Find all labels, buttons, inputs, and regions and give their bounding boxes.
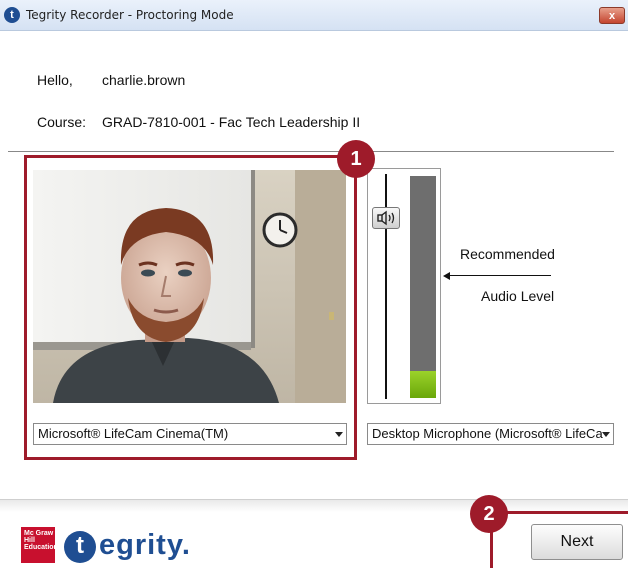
greeting-label: Hello, bbox=[37, 72, 73, 88]
recommended-label: Recommended bbox=[460, 246, 555, 262]
chevron-down-icon bbox=[602, 432, 610, 437]
title-bar: t Tegrity Recorder - Proctoring Mode x bbox=[0, 0, 628, 31]
recommended-arrow-line bbox=[447, 275, 551, 276]
course-value: GRAD-7810-001 - Fac Tech Leadership II bbox=[102, 114, 361, 130]
audio-level-label: Audio Level bbox=[481, 288, 555, 304]
proctoring-window: t Tegrity Recorder - Proctoring Mode x H… bbox=[0, 0, 628, 568]
audio-level-panel bbox=[367, 168, 441, 404]
mcgraw-hill-logo: Mc Graw Hill Education bbox=[21, 527, 58, 563]
callout-badge-1: 1 bbox=[337, 140, 375, 178]
next-button[interactable]: Next bbox=[531, 524, 623, 560]
header-divider bbox=[8, 151, 614, 152]
tegrity-logo-icon: t bbox=[64, 531, 96, 563]
speaker-icon bbox=[377, 210, 395, 226]
close-button[interactable]: x bbox=[599, 7, 625, 24]
speaker-mute-button[interactable] bbox=[372, 207, 400, 229]
tegrity-app-icon: t bbox=[4, 7, 20, 23]
microphone-select-value: Desktop Microphone (Microsoft® LifeCa bbox=[372, 426, 603, 441]
audio-level-fill bbox=[410, 371, 436, 398]
window-title: Tegrity Recorder - Proctoring Mode bbox=[26, 8, 234, 22]
microphone-select[interactable]: Desktop Microphone (Microsoft® LifeCa bbox=[367, 423, 614, 445]
camera-highlight-box bbox=[24, 155, 357, 460]
recommended-arrow-icon bbox=[443, 272, 450, 280]
course-label: Course: bbox=[37, 114, 87, 130]
tegrity-logo-text: egrity. bbox=[99, 529, 191, 561]
user-name: charlie.brown bbox=[102, 72, 186, 88]
callout-badge-2: 2 bbox=[470, 495, 508, 533]
audio-level-meter bbox=[410, 176, 436, 398]
